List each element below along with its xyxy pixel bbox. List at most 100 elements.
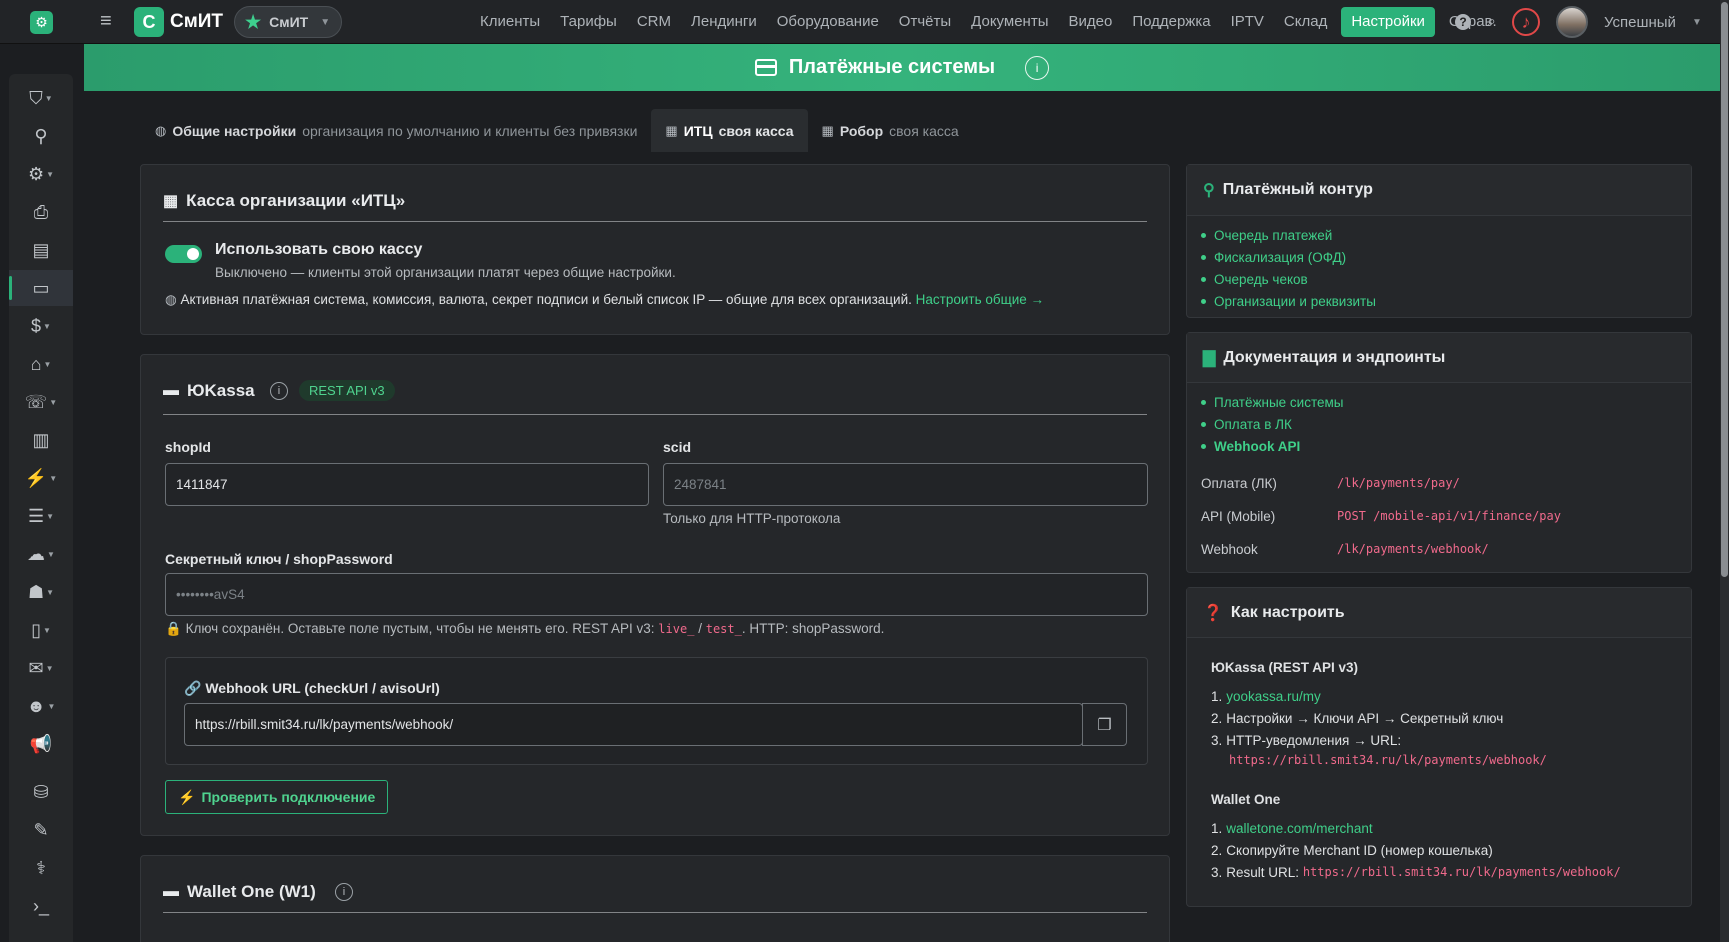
search-icon[interactable]: ⌕: [1487, 13, 1496, 31]
nav-reports[interactable]: Отчёты: [889, 0, 961, 44]
nav-settings[interactable]: Настройки: [1341, 7, 1435, 37]
scid-input[interactable]: 2487841: [663, 463, 1148, 506]
link-fiscalization[interactable]: Фискализация (ОФД): [1201, 246, 1376, 268]
sidebar-stethoscope-icon[interactable]: ⚕: [9, 850, 73, 886]
nav-iptv[interactable]: IPTV: [1221, 0, 1274, 44]
sidebar-plug-icon[interactable]: ⚡ ▼: [9, 460, 73, 496]
nav-crm[interactable]: CRM: [627, 0, 681, 44]
book-icon: ▇: [1203, 350, 1216, 367]
notifications-bell-icon[interactable]: ♪: [1511, 8, 1540, 36]
webhook-box: 🔗 Webhook URL (checkUrl / avisoUrl) http…: [165, 657, 1148, 765]
sidebar-database-icon[interactable]: ⛁: [9, 774, 73, 810]
sidebar-megaphone-icon[interactable]: 📢: [9, 726, 73, 762]
secret-key-input[interactable]: ••••••••avS4: [165, 573, 1148, 616]
sidebar-scroll-icon[interactable]: ▥: [9, 422, 73, 458]
info-icon[interactable]: i: [270, 382, 288, 400]
divider: [163, 912, 1147, 913]
sidebar-phone-icon[interactable]: ☏ ▼: [9, 384, 73, 420]
link-payment-systems-doc[interactable]: Платёжные системы: [1201, 391, 1344, 413]
walletone-link[interactable]: walletone.com/merchant: [1226, 821, 1372, 836]
link-receipt-queue[interactable]: Очередь чеков: [1201, 268, 1376, 290]
chevron-down-icon: ▼: [320, 16, 331, 28]
contour-title: Платёжный контур: [1222, 181, 1373, 198]
link-payment-queue[interactable]: Очередь платежей: [1201, 224, 1376, 246]
sidebar: ⛉ ▼ ⚲ ⚙ ▼ ⎙ ▤ ▭ $ ▼ ⌂ ▼ ☏ ▼ ▥ ⚡ ▼ ☰ ▼ ☁ ▼ ☗ ▼ ▯ ▼ …: [9, 74, 73, 942]
sidebar-mail-icon[interactable]: ✉ ▼: [9, 650, 73, 686]
yookassa-title: ЮKassa: [187, 381, 255, 400]
step-text: Скопируйте Merchant ID (номер кошелька): [1226, 842, 1493, 858]
chevron-down-icon[interactable]: ▼: [1692, 17, 1702, 28]
tab-itc[interactable]: ▦ ИТЦ своя касса: [651, 109, 808, 152]
sidebar-terminal-icon[interactable]: ›_: [9, 888, 73, 924]
howto-yookassa: ЮKassa (REST API v3) 1. yookassa.ru/my 2.…: [1211, 660, 1547, 767]
card-title: ▬ Wallet One (W1): [163, 882, 316, 902]
howto-step: 3. Result URL: https://rbill.smit34.ru/lk…: [1211, 864, 1621, 880]
nav-video[interactable]: Видео: [1058, 0, 1122, 44]
link-organizations[interactable]: Организации и реквизиты: [1201, 290, 1376, 312]
endpoint-value: /lk/payments/webhook/: [1337, 542, 1489, 556]
tab-general-settings[interactable]: ◍ Общие настройки организация по умолчан…: [141, 109, 651, 152]
nav-documents[interactable]: Документы: [961, 0, 1058, 44]
sidebar-brush-icon[interactable]: ✎: [9, 812, 73, 848]
info-icon[interactable]: i: [1025, 55, 1050, 80]
sidebar-payments-icon[interactable]: ▭: [9, 270, 73, 306]
page-scrollbar[interactable]: [1720, 0, 1729, 942]
howto-section-title: Wallet One: [1211, 792, 1281, 807]
check-connection-button[interactable]: ⚡ Проверить подключение: [165, 780, 389, 814]
endpoint-value: POST /mobile-api/v1/finance/pay: [1337, 509, 1561, 523]
sidebar-cloud-icon[interactable]: ☁ ▼: [9, 536, 73, 572]
nav-warehouse[interactable]: Склад: [1274, 0, 1337, 44]
step-text: HTTP-уведомления → URL:: [1226, 732, 1402, 748]
link-webhook-api-doc[interactable]: Webhook API: [1201, 435, 1344, 457]
nav-clients[interactable]: Клиенты: [470, 0, 550, 44]
nav-support[interactable]: Поддержка: [1122, 0, 1220, 44]
sidebar-security-icon[interactable]: ⛉ ▼: [9, 80, 73, 116]
sidebar-mobile-icon[interactable]: ▯ ▼: [9, 612, 73, 648]
divider: [163, 221, 1147, 222]
docs-title: Документация и эндпоинты: [1223, 349, 1446, 366]
tab-robor[interactable]: ▦ Робор своя касса: [808, 109, 973, 152]
page-header: Платёжные системы i: [84, 44, 1720, 91]
sidebar-billing-icon[interactable]: $ ▼: [9, 308, 73, 344]
yookassa-link[interactable]: yookassa.ru/my: [1226, 689, 1321, 704]
sidebar-server-icon[interactable]: ☰ ▼: [9, 498, 73, 534]
configure-common-link[interactable]: Настроить общие →: [916, 292, 1044, 307]
brand-logo[interactable]: С: [134, 7, 164, 37]
sidebar-printer-icon[interactable]: ⎙: [9, 194, 73, 230]
plug-icon: ⚡: [178, 788, 196, 805]
divider: [163, 414, 1147, 415]
copy-icon[interactable]: ❐: [1082, 703, 1127, 746]
use-own-kassa-toggle[interactable]: [165, 245, 202, 263]
sidebar-bank-icon[interactable]: ⌂ ▼: [9, 346, 73, 382]
sidebar-users-cog-icon[interactable]: ☻ ▼: [9, 688, 73, 724]
shopid-label: shopId: [165, 439, 211, 455]
webhook-label: 🔗 Webhook URL (checkUrl / avisoUrl): [184, 680, 440, 697]
sidebar-cashbox-icon[interactable]: ▤: [9, 232, 73, 268]
sidebar-network-icon[interactable]: ⚲: [9, 118, 73, 154]
sidebar-gears-icon[interactable]: ⚙ ▼: [9, 156, 73, 192]
scrollbar-thumb[interactable]: [1721, 2, 1728, 577]
sidebar-robot-icon[interactable]: ☗ ▼: [9, 574, 73, 610]
secret-label: Секретный ключ / shopPassword: [165, 551, 393, 567]
organization-tabs: ◍ Общие настройки организация по умолчан…: [141, 109, 973, 152]
avatar[interactable]: [1555, 6, 1588, 38]
nav-equipment[interactable]: Оборудование: [767, 0, 889, 44]
nav-tariffs[interactable]: Тарифы: [550, 0, 627, 44]
nav-landings[interactable]: Лендинги: [681, 0, 767, 44]
info-icon[interactable]: i: [335, 883, 353, 901]
menu-burger-icon[interactable]: ≡: [100, 10, 112, 33]
shopid-input[interactable]: 1411847: [165, 463, 649, 506]
user-name[interactable]: Успешный: [1604, 14, 1676, 31]
test-prefix-code: test_: [705, 622, 742, 636]
secret-hint-tail: . HTTP: shopPassword.: [741, 621, 885, 636]
organization-switcher[interactable]: ★ СмИТ ▼: [234, 6, 342, 38]
help-icon[interactable]: ?: [1455, 14, 1471, 30]
brand-name[interactable]: СмИТ: [170, 11, 223, 33]
top-bar: ⚙ ≡ С СмИТ ★ СмИТ ▼ Клиенты Тарифы CRM Л…: [0, 0, 1720, 44]
secret-hint: 🔒 Ключ сохранён. Оставьте поле пустым, ч…: [165, 621, 884, 637]
button-label: Проверить подключение: [201, 789, 376, 805]
toggle-description: Выключено — клиенты этой организации пла…: [215, 265, 676, 280]
webhook-url-input[interactable]: https://rbill.smit34.ru/lk/payments/webh…: [184, 703, 1083, 746]
app-logo-icon[interactable]: ⚙: [30, 11, 53, 34]
link-lk-payment-doc[interactable]: Оплата в ЛК: [1201, 413, 1344, 435]
